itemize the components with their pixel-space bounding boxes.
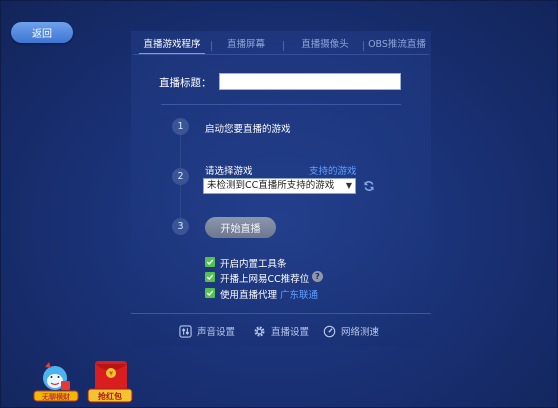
red-packet-promo-text: 抢红包 bbox=[98, 391, 122, 401]
recommend-option-label: 开播上网易CC推荐位 bbox=[220, 274, 310, 285]
sound-settings-label: 声音设置 bbox=[197, 327, 236, 338]
title-label: 直播标题： bbox=[159, 77, 212, 89]
check-icon bbox=[206, 290, 214, 297]
red-packet-promo-icon[interactable]: ¥ 抢红包 bbox=[87, 359, 133, 405]
tab-separator bbox=[363, 41, 364, 51]
tab-bar: 直播游戏程序 直播屏幕 直播摄像头 OBS推流直播 bbox=[133, 37, 429, 55]
divider bbox=[161, 104, 401, 105]
check-icon bbox=[206, 259, 214, 266]
network-test-button[interactable]: 网络测速 bbox=[323, 324, 379, 338]
step-2-badge: 2 bbox=[172, 168, 189, 185]
proxy-option-label: 使用直播代理 bbox=[220, 290, 278, 301]
proxy-checkbox[interactable] bbox=[205, 288, 215, 298]
refresh-icon[interactable] bbox=[363, 180, 375, 192]
back-button[interactable]: 返回 bbox=[11, 22, 73, 43]
game-select[interactable]: 未检测到CC直播所支持的游戏 ▼ bbox=[203, 178, 356, 194]
tab-screen[interactable]: 直播屏幕 bbox=[219, 37, 273, 55]
game-select-value: 未检测到CC直播所支持的游戏 bbox=[207, 180, 335, 191]
speedometer-icon bbox=[323, 325, 336, 337]
sound-settings-button[interactable]: 声音设置 bbox=[179, 324, 235, 338]
recommend-checkbox[interactable] bbox=[205, 272, 215, 282]
start-live-button[interactable]: 开始直播 bbox=[205, 217, 276, 238]
gear-icon bbox=[254, 325, 265, 337]
proxy-provider-link[interactable]: 广东联通 bbox=[280, 287, 318, 301]
live-settings-label: 直播设置 bbox=[271, 327, 310, 338]
svg-text:¥: ¥ bbox=[109, 371, 113, 378]
tab-game-program[interactable]: 直播游戏程序 bbox=[139, 37, 205, 55]
chevron-down-icon: ▼ bbox=[345, 181, 352, 190]
check-icon bbox=[206, 274, 214, 281]
step-3-badge: 3 bbox=[172, 218, 189, 235]
tab-underline bbox=[133, 54, 429, 55]
toolbar-option-label: 开启内置工具条 bbox=[220, 259, 287, 270]
toolbar-checkbox[interactable] bbox=[205, 257, 215, 267]
step-1-badge: 1 bbox=[172, 118, 189, 135]
tab-camera[interactable]: 直播摄像头 bbox=[293, 37, 357, 55]
tab-separator bbox=[283, 41, 284, 51]
sliders-icon bbox=[179, 324, 192, 338]
tab-separator bbox=[211, 41, 212, 51]
fortune-promo-text: 无聊横财 bbox=[41, 392, 70, 401]
fortune-promo-icon[interactable]: 无聊横财 bbox=[33, 359, 79, 405]
step-2-text: 请选择游戏 bbox=[205, 166, 253, 177]
step-1-text: 启动您要直播的游戏 bbox=[205, 124, 291, 135]
footer-divider bbox=[131, 313, 431, 314]
live-settings-window: 返回 直播游戏程序 直播屏幕 直播摄像头 OBS推流直播 直播标题： 1 启动您… bbox=[0, 0, 558, 408]
network-test-label: 网络测速 bbox=[341, 327, 380, 338]
help-icon[interactable]: ? bbox=[312, 271, 323, 282]
title-input[interactable] bbox=[219, 73, 401, 90]
supported-games-link[interactable]: 支持的游戏 bbox=[309, 163, 357, 177]
live-settings-button[interactable]: 直播设置 bbox=[253, 324, 309, 338]
tab-obs[interactable]: OBS推流直播 bbox=[367, 37, 427, 55]
